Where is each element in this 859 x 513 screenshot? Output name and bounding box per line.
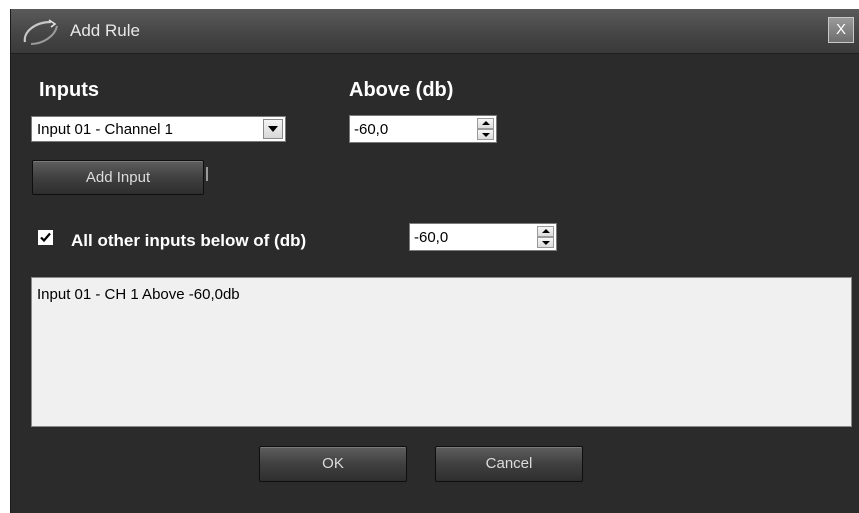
below-checkbox[interactable] <box>38 230 53 245</box>
add-input-button[interactable]: Add Input <box>32 160 204 195</box>
above-db-spin-buttons <box>477 118 494 140</box>
input-select-value: Input 01 - Channel 1 <box>37 121 173 138</box>
app-logo-icon <box>21 18 61 46</box>
rules-list[interactable]: Input 01 - CH 1 Above -60,0db <box>31 277 852 427</box>
spin-up-icon[interactable] <box>477 118 494 129</box>
ok-button[interactable]: OK <box>259 446 407 482</box>
cancel-button[interactable]: Cancel <box>435 446 583 482</box>
inputs-label: Inputs <box>39 79 99 101</box>
dialog-title: Add Rule <box>70 21 140 40</box>
chevron-down-icon[interactable] <box>263 119 283 139</box>
above-db-label: Above (db) <box>349 79 454 101</box>
spin-down-icon[interactable] <box>537 237 554 248</box>
add-input-button-edge <box>206 167 208 181</box>
below-db-stepper[interactable]: -60,0 <box>409 223 557 251</box>
add-rule-dialog: Add Rule X Inputs Above (db) Input 01 - … <box>10 9 859 513</box>
below-db-spin-buttons <box>537 226 554 248</box>
spin-down-icon[interactable] <box>477 129 494 140</box>
below-label[interactable]: All other inputs below of (db) <box>71 231 306 251</box>
above-db-stepper[interactable]: -60,0 <box>349 115 497 143</box>
above-db-value[interactable]: -60,0 <box>354 121 388 138</box>
spin-up-icon[interactable] <box>537 226 554 237</box>
list-item[interactable]: Input 01 - CH 1 Above -60,0db <box>37 286 240 303</box>
input-select[interactable]: Input 01 - Channel 1 <box>31 116 286 142</box>
close-button[interactable]: X <box>828 17 854 43</box>
checkmark-icon <box>40 232 51 243</box>
below-db-value[interactable]: -60,0 <box>414 229 448 246</box>
title-bar[interactable]: Add Rule X <box>11 9 859 54</box>
